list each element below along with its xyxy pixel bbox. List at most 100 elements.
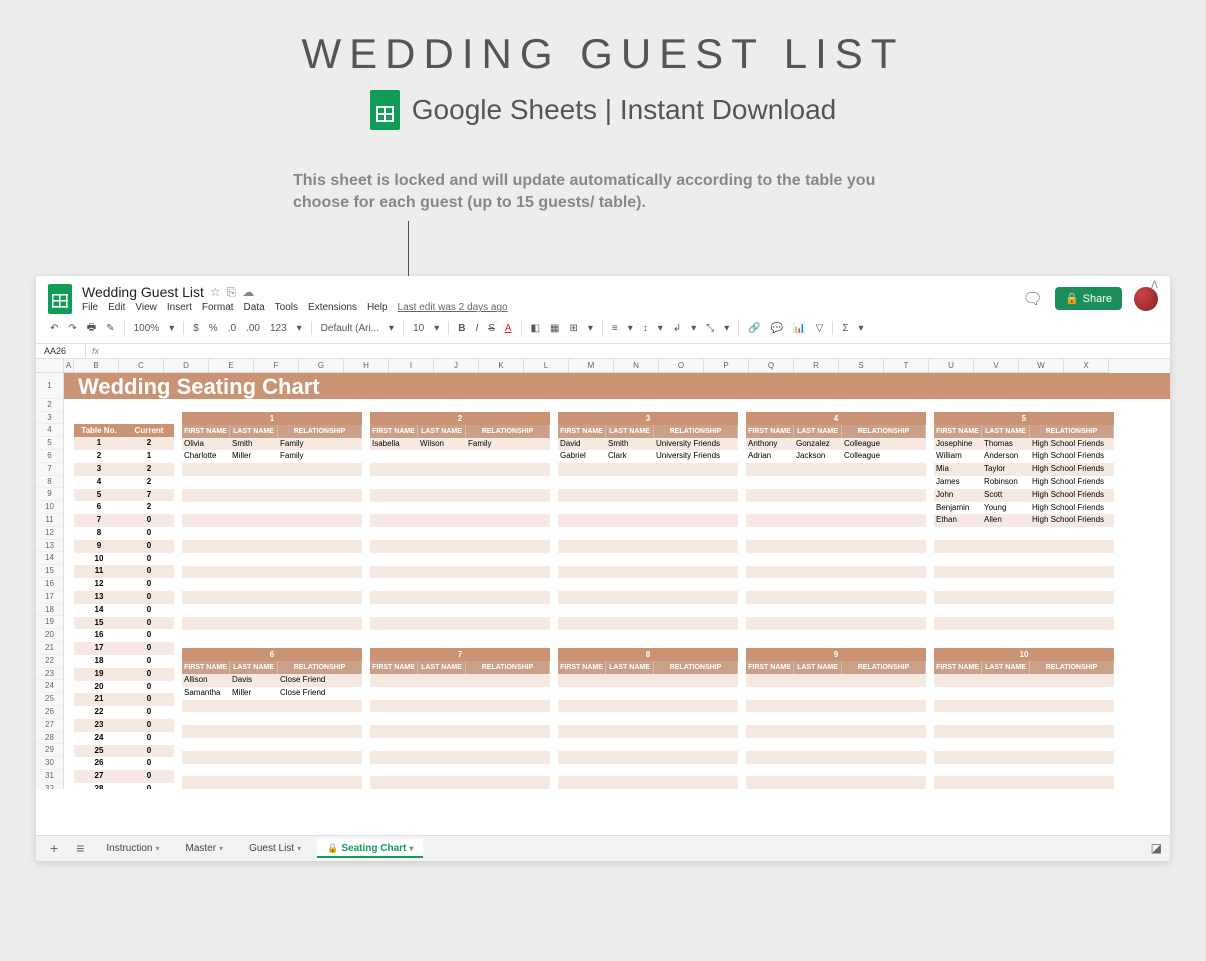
star-icon[interactable]: ☆ bbox=[210, 285, 221, 299]
col-header[interactable]: V bbox=[974, 359, 1019, 373]
row-header[interactable]: 2 bbox=[36, 399, 64, 412]
currency-button[interactable]: $ bbox=[189, 321, 203, 336]
col-header[interactable]: C bbox=[119, 359, 164, 373]
cloud-icon[interactable]: ☁ bbox=[242, 285, 254, 299]
menu-insert[interactable]: Insert bbox=[167, 302, 192, 313]
zoom-select[interactable]: 100% bbox=[130, 321, 164, 336]
col-header[interactable]: B bbox=[74, 359, 119, 373]
row-header[interactable]: 5 bbox=[36, 437, 64, 450]
row-header[interactable]: 11 bbox=[36, 514, 64, 527]
dec-increase-button[interactable]: .00 bbox=[242, 321, 264, 336]
row-header[interactable]: 23 bbox=[36, 668, 64, 681]
halign-button[interactable]: ≡ bbox=[608, 321, 622, 336]
col-header[interactable]: H bbox=[344, 359, 389, 373]
format-button[interactable]: 123 bbox=[266, 321, 291, 336]
col-header[interactable]: E bbox=[209, 359, 254, 373]
row-header[interactable]: 27 bbox=[36, 719, 64, 732]
row-header[interactable]: 26 bbox=[36, 706, 64, 719]
col-header[interactable]: T bbox=[884, 359, 929, 373]
menu-extensions[interactable]: Extensions bbox=[308, 302, 357, 313]
col-header[interactable]: X bbox=[1064, 359, 1109, 373]
row-header[interactable]: 10 bbox=[36, 501, 64, 514]
row-header[interactable]: 20 bbox=[36, 629, 64, 642]
row-header[interactable]: 21 bbox=[36, 642, 64, 655]
menu-edit[interactable]: Edit bbox=[108, 302, 125, 313]
col-header[interactable]: L bbox=[524, 359, 569, 373]
font-select[interactable]: Default (Ari... bbox=[317, 321, 383, 336]
col-header[interactable]: M bbox=[569, 359, 614, 373]
rotate-button[interactable]: ⤡ bbox=[702, 321, 718, 336]
text-color-button[interactable]: A bbox=[501, 321, 516, 336]
filter-button[interactable]: ▽ bbox=[812, 321, 828, 336]
row-header[interactable]: 29 bbox=[36, 744, 64, 757]
move-icon[interactable]: ⎘ bbox=[227, 285, 237, 300]
row-header[interactable]: 7 bbox=[36, 463, 64, 476]
row-header[interactable]: 9 bbox=[36, 488, 64, 501]
col-header[interactable]: N bbox=[614, 359, 659, 373]
borders-button[interactable]: ▦ bbox=[546, 321, 563, 336]
col-header[interactable]: O bbox=[659, 359, 704, 373]
dec-decrease-button[interactable]: .0 bbox=[224, 321, 240, 336]
menu-tools[interactable]: Tools bbox=[275, 302, 298, 313]
tab-instruction[interactable]: Instruction▾ bbox=[96, 839, 169, 858]
functions-button[interactable]: Σ bbox=[838, 321, 852, 336]
col-header[interactable]: A bbox=[64, 359, 74, 373]
row-header[interactable]: 25 bbox=[36, 693, 64, 706]
undo-button[interactable]: ↶ bbox=[46, 321, 62, 336]
add-sheet-button[interactable]: + bbox=[44, 840, 64, 856]
col-header[interactable]: P bbox=[704, 359, 749, 373]
col-header[interactable]: G bbox=[299, 359, 344, 373]
percent-button[interactable]: % bbox=[205, 321, 222, 336]
paint-button[interactable]: ✎ bbox=[102, 321, 118, 336]
row-header[interactable]: 22 bbox=[36, 655, 64, 668]
wrap-button[interactable]: ↲ bbox=[669, 321, 685, 336]
row-header[interactable]: 28 bbox=[36, 732, 64, 745]
comment-icon[interactable]: 🗨 bbox=[1023, 289, 1043, 309]
row-header[interactable]: 19 bbox=[36, 616, 64, 629]
col-header[interactable]: K bbox=[479, 359, 524, 373]
row-header[interactable]: 15 bbox=[36, 565, 64, 578]
col-header[interactable]: D bbox=[164, 359, 209, 373]
row-header[interactable]: 24 bbox=[36, 680, 64, 693]
row-header[interactable]: 8 bbox=[36, 476, 64, 489]
document-icon[interactable] bbox=[48, 284, 72, 314]
strike-button[interactable]: S bbox=[484, 321, 499, 336]
col-header[interactable]: W bbox=[1019, 359, 1064, 373]
col-header[interactable]: F bbox=[254, 359, 299, 373]
menu-view[interactable]: View bbox=[135, 302, 157, 313]
row-header[interactable]: 30 bbox=[36, 757, 64, 770]
collapse-toolbar-icon[interactable]: ᐱ bbox=[1147, 278, 1162, 293]
tab-seating-chart[interactable]: 🔒Seating Chart▾ bbox=[317, 839, 423, 858]
last-edit-link[interactable]: Last edit was 2 days ago bbox=[398, 302, 508, 313]
chart-button[interactable]: 📊 bbox=[789, 321, 809, 336]
row-header[interactable]: 3 bbox=[36, 412, 64, 425]
print-button[interactable]: 🖶 bbox=[83, 318, 100, 339]
fill-button[interactable]: ◧ bbox=[527, 321, 544, 336]
menu-format[interactable]: Format bbox=[202, 302, 234, 313]
redo-button[interactable]: ↷ bbox=[64, 321, 80, 336]
col-header[interactable]: S bbox=[839, 359, 884, 373]
row-header[interactable]: 31 bbox=[36, 770, 64, 783]
row-header[interactable]: 6 bbox=[36, 450, 64, 463]
all-sheets-button[interactable]: ≡ bbox=[70, 840, 90, 856]
row-header[interactable]: 32 bbox=[36, 783, 64, 789]
valign-button[interactable]: ↕ bbox=[639, 321, 652, 336]
explore-button[interactable]: ◪ bbox=[1151, 841, 1162, 855]
link-button[interactable]: 🔗 bbox=[744, 321, 764, 336]
italic-button[interactable]: I bbox=[471, 321, 482, 336]
row-header[interactable]: 18 bbox=[36, 604, 64, 617]
col-header[interactable]: U bbox=[929, 359, 974, 373]
merge-button[interactable]: ⊞ bbox=[565, 321, 581, 336]
col-header[interactable]: Q bbox=[749, 359, 794, 373]
row-header[interactable]: 12 bbox=[36, 527, 64, 540]
row-header[interactable]: 16 bbox=[36, 578, 64, 591]
menu-help[interactable]: Help bbox=[367, 302, 388, 313]
col-header[interactable]: I bbox=[389, 359, 434, 373]
row-header[interactable]: 17 bbox=[36, 591, 64, 604]
col-header[interactable]: R bbox=[794, 359, 839, 373]
row-header[interactable]: 4 bbox=[36, 424, 64, 437]
document-name[interactable]: Wedding Guest List bbox=[82, 284, 204, 300]
col-header[interactable]: J bbox=[434, 359, 479, 373]
name-box[interactable]: AA26 bbox=[36, 344, 86, 358]
comment-button[interactable]: 💬 bbox=[767, 321, 787, 336]
